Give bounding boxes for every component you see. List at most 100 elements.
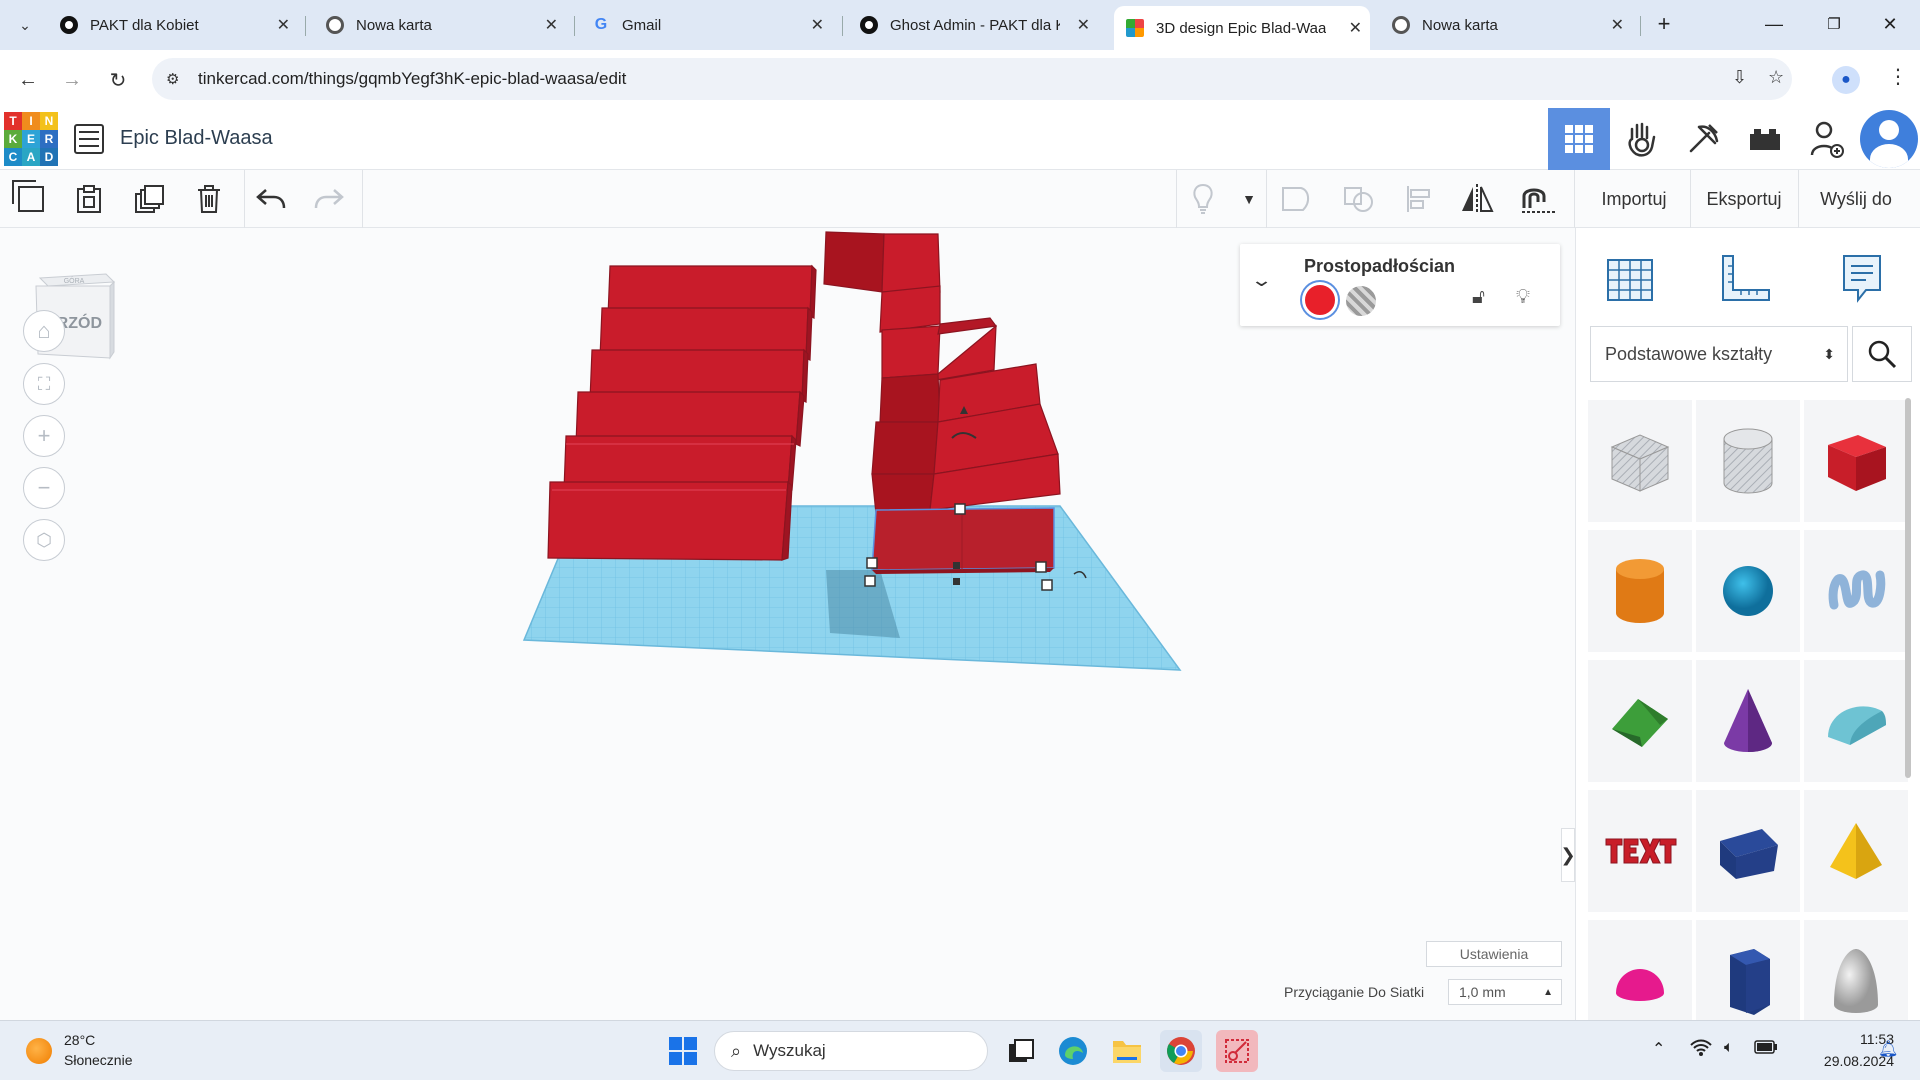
shape-scribble[interactable] — [1804, 530, 1908, 652]
solid-color-swatch[interactable] — [1302, 282, 1338, 318]
design-list-icon[interactable] — [74, 124, 104, 154]
cruise-button[interactable] — [1518, 180, 1556, 218]
start-button[interactable] — [662, 1030, 704, 1072]
chevron-up-icon[interactable]: ⌃ — [1652, 1039, 1665, 1059]
ungroup-button[interactable] — [1340, 180, 1378, 218]
weather-temperature[interactable]: 28°C — [64, 1032, 95, 1048]
hole-swatch[interactable] — [1346, 286, 1376, 316]
shapes-scrollbar[interactable] — [1905, 398, 1911, 778]
invite-user-button[interactable] — [1796, 108, 1858, 170]
close-icon[interactable]: ✕ — [1611, 15, 1624, 35]
file-explorer-button[interactable] — [1106, 1030, 1148, 1072]
shape-cylinder[interactable] — [1588, 530, 1692, 652]
lego-view-button[interactable] — [1734, 108, 1796, 170]
redo-icon — [314, 189, 344, 209]
tab-search-button[interactable]: ⌄ — [10, 10, 40, 40]
browser-menu-icon[interactable]: ⋮ — [1888, 64, 1908, 89]
shape-box-hole[interactable] — [1588, 400, 1692, 522]
shape-sphere[interactable] — [1696, 530, 1800, 652]
snipping-tool-button[interactable] — [1216, 1030, 1258, 1072]
notification-bell-icon[interactable]: 🔔︎ — [1878, 1039, 1898, 1059]
duplicate-button[interactable] — [130, 180, 168, 218]
undo-button[interactable] — [252, 180, 290, 218]
shape-round-roof[interactable] — [1804, 660, 1908, 782]
tab-ghost-admin[interactable]: Ghost Admin - PAKT dla Ko ✕ — [848, 8, 1098, 42]
left-staircase[interactable] — [547, 264, 817, 561]
notes-tool-button[interactable] — [1832, 248, 1892, 308]
shape-text[interactable] — [1588, 790, 1692, 912]
wifi-icon[interactable] — [1690, 1039, 1712, 1062]
lightbulb-icon[interactable]: 💡︎ — [1516, 286, 1530, 309]
delete-button[interactable] — [190, 180, 228, 218]
close-icon[interactable]: ✕ — [1349, 18, 1362, 38]
shape-category-select[interactable]: Podstawowe kształty ⬍ — [1590, 326, 1848, 382]
shape-wedge[interactable] — [1696, 790, 1800, 912]
tab-3d-design[interactable]: 3D design Epic Blad-Waasa ✕ — [1114, 6, 1370, 50]
blocks-view-button[interactable] — [1610, 108, 1672, 170]
show-all-button[interactable] — [1184, 180, 1222, 218]
close-icon[interactable]: ✕ — [545, 15, 558, 35]
url-text[interactable]: tinkercad.com/things/gqmbYegf3hK-epic-bl… — [198, 69, 626, 89]
group-button[interactable] — [1278, 180, 1316, 218]
workplane-tool-button[interactable] — [1600, 248, 1660, 308]
restore-button[interactable]: ❐ — [1814, 8, 1854, 40]
taskbar-search[interactable]: ⌕ Wyszukaj — [714, 1031, 988, 1071]
logo-letter: E — [22, 130, 40, 148]
tinkercad-logo[interactable]: T I N K E R C A D — [4, 112, 58, 166]
collapse-chevron-icon[interactable]: ⌄ — [1250, 270, 1273, 291]
user-avatar[interactable] — [1860, 110, 1918, 168]
paste-button[interactable] — [70, 180, 108, 218]
close-icon[interactable]: ✕ — [811, 15, 824, 35]
bricks-view-button[interactable] — [1672, 108, 1734, 170]
back-button[interactable]: ← — [14, 66, 42, 94]
export-button[interactable]: Eksportuj — [1696, 180, 1792, 218]
tab-gmail[interactable]: G Gmail ✕ — [580, 8, 832, 42]
profile-icon[interactable]: ● — [1832, 66, 1860, 94]
volume-icon[interactable]: 🔈︎ — [1724, 1039, 1734, 1057]
import-button[interactable]: Importuj — [1584, 180, 1684, 218]
design-title[interactable]: Epic Blad-Waasa — [120, 127, 273, 150]
copy-button[interactable] — [12, 180, 50, 218]
lock-icon[interactable]: 🔓︎ — [1472, 286, 1485, 309]
spiral-stack[interactable] — [823, 231, 1061, 515]
close-icon[interactable]: ✕ — [1077, 15, 1090, 35]
weather-description[interactable]: Słonecznie — [64, 1052, 133, 1068]
install-app-icon[interactable]: ⇩ — [1732, 67, 1747, 88]
forward-button[interactable]: → — [58, 66, 86, 94]
minimize-button[interactable]: — — [1754, 8, 1794, 40]
shape-box[interactable] — [1804, 400, 1908, 522]
show-all-dropdown[interactable]: ▼ — [1230, 180, 1268, 218]
settings-button[interactable]: Ustawienia — [1426, 941, 1562, 967]
shape-cone[interactable] — [1696, 660, 1800, 782]
align-button[interactable] — [1400, 180, 1438, 218]
redo-button[interactable] — [310, 180, 348, 218]
3d-design-view-button[interactable] — [1548, 108, 1610, 170]
mirror-button[interactable] — [1458, 180, 1496, 218]
chrome-taskbar-button[interactable] — [1160, 1030, 1202, 1072]
edge-button[interactable] — [1052, 1030, 1094, 1072]
send-to-button[interactable]: Wyślij do — [1806, 180, 1906, 218]
tab-nowa-karta-1[interactable]: Nowa karta ✕ — [314, 8, 566, 42]
bookmark-star-icon[interactable]: ☆ — [1768, 67, 1784, 88]
new-tab-button[interactable]: + — [1644, 8, 1684, 40]
workplane-canvas[interactable]: GÓRA PRZÓD ⌂ ⛶ + − ⬡ ⌄ Prostopadłościan … — [0, 228, 1576, 1020]
task-view-button[interactable] — [1000, 1030, 1042, 1072]
snap-grid-select[interactable]: 1,0 mm ▲ — [1448, 979, 1562, 1005]
omnibox[interactable]: ⚙ tinkercad.com/things/gqmbYegf3hK-epic-… — [152, 58, 1792, 100]
tab-nowa-karta-2[interactable]: Nowa karta ✕ — [1380, 8, 1632, 42]
shape-pyramid[interactable] — [1804, 790, 1908, 912]
panel-collapse-toggle[interactable]: ❯ — [1560, 828, 1576, 882]
tab-pakt-dla-kobiet[interactable]: PAKT dla Kobiet ✕ — [48, 8, 298, 42]
shape-search-button[interactable] — [1852, 326, 1912, 382]
ruler-tool-button[interactable] — [1716, 248, 1776, 308]
trash-icon — [198, 185, 220, 213]
shape-roof[interactable] — [1588, 660, 1692, 782]
close-window-button[interactable]: ✕ — [1870, 8, 1910, 40]
undo-icon — [256, 189, 286, 209]
close-icon[interactable]: ✕ — [277, 15, 290, 35]
site-settings-icon[interactable]: ⚙ — [166, 70, 188, 88]
3d-scene[interactable] — [0, 228, 1240, 1020]
battery-icon[interactable] — [1754, 1039, 1778, 1060]
reload-button[interactable]: ↻ — [104, 66, 132, 94]
shape-cylinder-hole[interactable] — [1696, 400, 1800, 522]
